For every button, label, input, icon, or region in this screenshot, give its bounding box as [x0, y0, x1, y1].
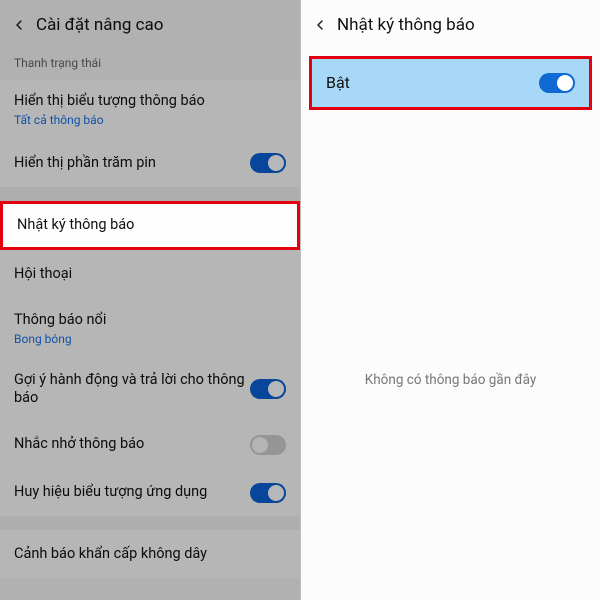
notification-log-screen: Nhật ký thông báo Bật Không có thông báo…	[300, 0, 600, 600]
battery-percent-toggle[interactable]	[250, 153, 286, 173]
divider	[0, 187, 300, 201]
header: Cài đặt nâng cao	[0, 0, 300, 50]
empty-state-message: Không có thông báo gần đây	[301, 372, 600, 388]
enable-log-toggle[interactable]	[539, 73, 575, 93]
row-title: Hiển thị phần trăm pin	[14, 154, 250, 173]
row-subtitle: Bong bóng	[14, 332, 286, 346]
row-suggest-actions[interactable]: Gợi ý hành động và trả lời cho thông báo	[0, 358, 300, 421]
page-title: Cài đặt nâng cao	[36, 15, 163, 35]
divider	[0, 516, 300, 530]
row-notification-log[interactable]: Nhật ký thông báo	[0, 201, 300, 250]
row-show-notification-icons[interactable]: Hiển thị biểu tượng thông báo Tất cả thô…	[0, 80, 300, 139]
row-title: Hội thoại	[14, 265, 286, 284]
row-title: Gợi ý hành động và trả lời cho thông báo	[14, 371, 250, 409]
row-title: Nhắc nhở thông báo	[14, 435, 250, 454]
row-wireless-emergency[interactable]: Cảnh báo khẩn cấp không dây	[0, 530, 300, 578]
back-icon[interactable]	[309, 14, 331, 36]
row-title: Thông báo nổi	[14, 311, 286, 330]
row-notification-reminder[interactable]: Nhắc nhở thông báo	[0, 420, 300, 468]
app-icon-badge-toggle[interactable]	[250, 483, 286, 503]
row-title: Huy hiệu biểu tượng ứng dụng	[14, 483, 250, 502]
notification-reminder-toggle[interactable]	[250, 435, 286, 455]
enable-row-highlight: Bật	[309, 56, 592, 110]
status-bar-section-label: Thanh trạng thái	[0, 50, 300, 80]
enable-label: Bật	[326, 73, 539, 94]
row-title: Hiển thị biểu tượng thông báo	[14, 92, 286, 111]
row-app-icon-badge[interactable]: Huy hiệu biểu tượng ứng dụng	[0, 468, 300, 516]
row-battery-percent[interactable]: Hiển thị phần trăm pin	[0, 139, 300, 187]
row-subtitle: Tất cả thông báo	[14, 113, 286, 127]
row-conversation[interactable]: Hội thoại	[0, 250, 300, 298]
suggest-actions-toggle[interactable]	[250, 379, 286, 399]
row-bubble-notification[interactable]: Thông báo nổi Bong bóng	[0, 298, 300, 358]
row-enable-log[interactable]: Bật	[312, 59, 589, 107]
back-icon[interactable]	[8, 14, 30, 36]
advanced-settings-screen: Cài đặt nâng cao Thanh trạng thái Hiển t…	[0, 0, 300, 600]
page-title: Nhật ký thông báo	[337, 15, 475, 35]
row-title: Cảnh báo khẩn cấp không dây	[14, 545, 286, 564]
header: Nhật ký thông báo	[301, 0, 600, 50]
row-title: Nhật ký thông báo	[17, 216, 283, 235]
